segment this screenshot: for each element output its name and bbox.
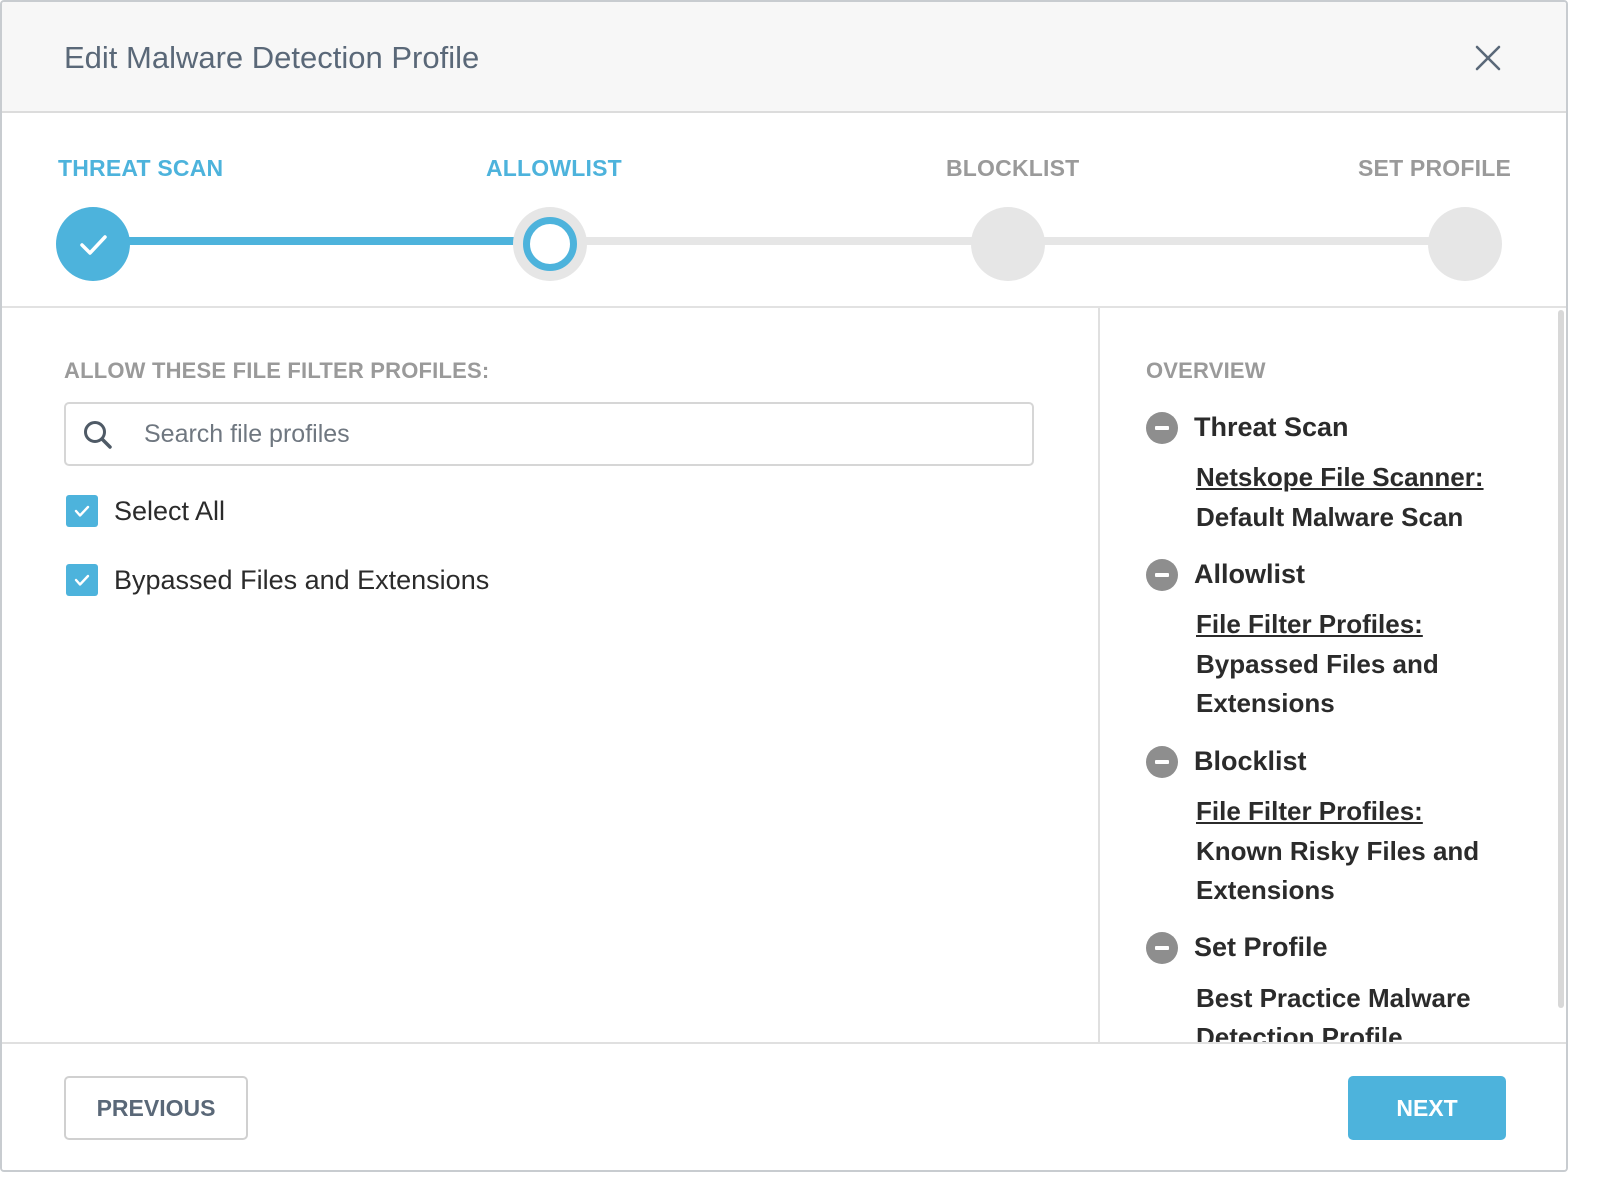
minus-circle-icon[interactable] bbox=[1146, 412, 1178, 444]
step-label-threat-scan: THREAT SCAN bbox=[58, 155, 224, 181]
overview-scrollbar[interactable] bbox=[1558, 310, 1564, 1008]
check-icon bbox=[74, 505, 90, 517]
select-all-checkbox[interactable] bbox=[66, 495, 98, 527]
minus-circle-icon[interactable] bbox=[1146, 932, 1178, 964]
step-marker-set-profile[interactable] bbox=[1428, 207, 1502, 281]
step-label-allowlist: ALLOWLIST bbox=[486, 155, 622, 181]
bypassed-files-checkbox[interactable] bbox=[66, 564, 98, 596]
next-button[interactable]: NEXT bbox=[1348, 1076, 1506, 1140]
modal-footer: PREVIOUS NEXT bbox=[2, 1042, 1566, 1170]
step-marker-allowlist[interactable] bbox=[513, 207, 587, 281]
overview-heading-blocklist: Blocklist bbox=[1194, 746, 1307, 776]
edit-profile-modal: Edit Malware Detection Profile THREAT SC… bbox=[0, 0, 1568, 1172]
close-button[interactable] bbox=[1468, 38, 1508, 78]
check-icon bbox=[80, 235, 107, 255]
search-box[interactable] bbox=[64, 402, 1034, 466]
overview-heading-allowlist: Allowlist bbox=[1194, 559, 1306, 589]
overview-link-blocklist[interactable]: File Filter Profiles: bbox=[1196, 796, 1423, 827]
overview-link-threat-scan[interactable]: Netskope File Scanner: bbox=[1196, 462, 1484, 493]
minus-circle-icon[interactable] bbox=[1146, 746, 1178, 778]
overview-title: OVERVIEW bbox=[1146, 358, 1266, 383]
search-icon bbox=[84, 421, 112, 449]
overview-pane: OVERVIEW Threat Scan Netskope File Scann… bbox=[1100, 308, 1556, 1042]
minus-circle-icon[interactable] bbox=[1146, 559, 1178, 591]
close-icon bbox=[1475, 45, 1501, 71]
previous-button[interactable]: PREVIOUS bbox=[64, 1076, 248, 1140]
select-all-option[interactable]: Select All bbox=[66, 494, 225, 528]
bypassed-files-label: Bypassed Files and Extensions bbox=[114, 564, 490, 595]
overview-link-allowlist[interactable]: File Filter Profiles: bbox=[1196, 609, 1423, 640]
overview-heading-threat-scan: Threat Scan bbox=[1194, 412, 1349, 442]
check-icon bbox=[74, 574, 90, 586]
overview-heading-set-profile: Set Profile bbox=[1194, 932, 1328, 962]
bypassed-files-option[interactable]: Bypassed Files and Extensions bbox=[66, 563, 489, 597]
search-input[interactable] bbox=[144, 414, 1014, 454]
allowlist-pane: ALLOW THESE FILE FILTER PROFILES: Select… bbox=[2, 308, 1098, 1042]
step-track-completed bbox=[122, 237, 532, 245]
modal-title: Edit Malware Detection Profile bbox=[64, 40, 480, 75]
section-title: ALLOW THESE FILE FILTER PROFILES: bbox=[64, 358, 490, 383]
overview-value-blocklist: Known Risky Files and Extensions bbox=[1196, 836, 1480, 905]
current-step-ring bbox=[523, 217, 577, 271]
overview-value-allowlist: Bypassed Files and Extensions bbox=[1196, 649, 1439, 718]
step-marker-threat-scan[interactable] bbox=[56, 207, 130, 281]
step-marker-blocklist[interactable] bbox=[971, 207, 1045, 281]
modal-header: Edit Malware Detection Profile bbox=[2, 2, 1566, 113]
overview-value-threat-scan: Default Malware Scan bbox=[1196, 502, 1464, 532]
step-label-set-profile: SET PROFILE bbox=[1358, 155, 1511, 181]
wizard-stepper: THREAT SCAN ALLOWLIST BLOCKLIST SET PROF… bbox=[2, 113, 1566, 308]
overview-value-set-profile: Best Practice Malware Detection Profile bbox=[1196, 983, 1471, 1042]
step-label-blocklist: BLOCKLIST bbox=[946, 155, 1080, 181]
select-all-label: Select All bbox=[114, 495, 226, 526]
